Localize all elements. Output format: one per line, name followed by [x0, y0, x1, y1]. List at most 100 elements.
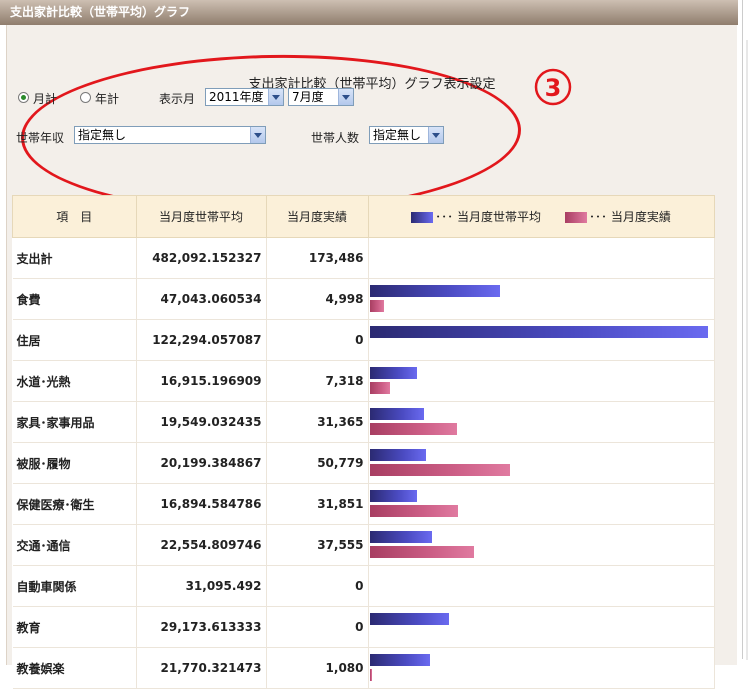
row-bars: [368, 524, 715, 566]
annotation-number-badge: 3: [533, 67, 573, 107]
chevron-down-icon[interactable]: [268, 89, 283, 105]
row-bars: [368, 483, 715, 525]
bar-avg: [369, 449, 426, 461]
table-row: 被服･履物 20,199.384867 50,779: [12, 442, 715, 484]
year-select-value: 2011年度: [209, 90, 264, 104]
table-row: 自動車関係 31,095.492 0: [12, 565, 715, 607]
row-actual: 0: [266, 319, 369, 361]
row-item: 被服･履物: [12, 442, 137, 484]
table-row: 水道･光熱 16,915.196909 7,318: [12, 360, 715, 402]
table-row: 家具･家事用品 19,549.032435 31,365: [12, 401, 715, 443]
row-bars: [368, 442, 715, 484]
radio-yearly[interactable]: [80, 92, 91, 103]
legend-avg: ･･･ 当月度世帯平均: [411, 208, 541, 225]
year-select[interactable]: 2011年度: [205, 88, 284, 106]
table-row: 支出計 482,092.152327 173,486: [12, 237, 715, 279]
bar-actual: [369, 669, 372, 681]
table-row: 教養娯楽 21,770.321473 1,080: [12, 647, 715, 689]
month-select[interactable]: 7月度: [288, 88, 354, 106]
table-row: 教育 29,173.613333 0: [12, 606, 715, 648]
bar-avg: [369, 531, 432, 543]
header-avg: 当月度世帯平均: [135, 195, 267, 238]
row-item: 住居: [12, 319, 137, 361]
table-row: 保健医療･衛生 16,894.584786 31,851: [12, 483, 715, 525]
row-actual: 4,998: [266, 278, 369, 320]
radio-monthly[interactable]: [18, 92, 29, 103]
row-avg: 19,549.032435: [136, 401, 267, 443]
members-select[interactable]: 指定無し: [369, 126, 444, 144]
bar-actual: [369, 382, 390, 394]
header-legend: ･･･ 当月度世帯平均 ･･･ 当月度実績: [367, 195, 715, 238]
bar-avg: [369, 613, 449, 625]
radio-yearly-label: 年計: [95, 92, 120, 106]
row-avg: 122,294.057087: [136, 319, 267, 361]
row-actual: 0: [266, 565, 369, 607]
row-bars: [368, 360, 715, 402]
table-header-row: 項 目 当月度世帯平均 当月度実績 ･･･ 当月度世帯平均 ･･･ 当月度実績: [12, 195, 715, 238]
legend-actual-swatch: [565, 212, 587, 223]
income-label: 世帯年収: [16, 131, 65, 145]
row-avg: 482,092.152327: [136, 237, 267, 279]
row-actual: 31,851: [266, 483, 369, 525]
row-avg: 16,915.196909: [136, 360, 267, 402]
table-row: 食費 47,043.060534 4,998: [12, 278, 715, 320]
row-item: 自動車関係: [12, 565, 137, 607]
row-item: 教育: [12, 606, 137, 648]
scrollbar-track: [746, 40, 748, 660]
income-select[interactable]: 指定無し: [74, 126, 266, 144]
bar-avg: [369, 367, 417, 379]
bar-avg: [369, 285, 500, 297]
header-actual: 当月度実績: [265, 195, 369, 238]
income-select-value: 指定無し: [78, 128, 127, 142]
bar-actual: [369, 423, 457, 435]
bar-avg: [369, 654, 430, 666]
legend-actual: ･･･ 当月度実績: [565, 208, 671, 225]
bar-actual: [369, 505, 458, 517]
bar-actual: [369, 546, 474, 558]
row-actual: 173,486: [266, 237, 369, 279]
chevron-down-icon[interactable]: [428, 127, 443, 143]
legend-avg-swatch: [411, 212, 434, 223]
month-select-value: 7月度: [292, 90, 324, 104]
chevron-down-icon[interactable]: [338, 89, 353, 105]
row-item: 支出計: [12, 237, 137, 279]
scrollbar[interactable]: [742, 0, 750, 660]
row-bars: [368, 237, 715, 279]
row-avg: 22,554.809746: [136, 524, 267, 566]
bar-actual: [369, 300, 384, 312]
bar-avg: [369, 326, 708, 338]
chevron-down-icon[interactable]: [250, 127, 265, 143]
members-label: 世帯人数: [311, 131, 360, 145]
bar-avg: [369, 490, 417, 502]
members-select-value: 指定無し: [373, 128, 422, 142]
row-actual: 0: [266, 606, 369, 648]
row-actual: 37,555: [266, 524, 369, 566]
row-bars: [368, 647, 715, 689]
row-bars: [368, 401, 715, 443]
bar-actual: [369, 464, 510, 476]
legend-avg-label: ･･･ 当月度世帯平均: [435, 210, 541, 224]
expense-table: 項 目 当月度世帯平均 当月度実績 ･･･ 当月度世帯平均 ･･･ 当月度実績 …: [12, 195, 715, 689]
circled-number-icon: 3: [534, 68, 572, 106]
radio-monthly-label: 月計: [33, 92, 58, 106]
row-avg: 16,894.584786: [136, 483, 267, 525]
table-row: 住居 122,294.057087 0: [12, 319, 715, 361]
header-item: 項 目: [12, 195, 137, 238]
row-bars: [368, 319, 715, 361]
row-item: 教養娯楽: [12, 647, 137, 689]
table-row: 交通･通信 22,554.809746 37,555: [12, 524, 715, 566]
row-actual: 50,779: [266, 442, 369, 484]
row-bars: [368, 606, 715, 648]
row-bars: [368, 278, 715, 320]
row-item: 交通･通信: [12, 524, 137, 566]
row-avg: 20,199.384867: [136, 442, 267, 484]
row-avg: 21,770.321473: [136, 647, 267, 689]
row-avg: 29,173.613333: [136, 606, 267, 648]
row-actual: 31,365: [266, 401, 369, 443]
row-actual: 1,080: [266, 647, 369, 689]
row-actual: 7,318: [266, 360, 369, 402]
row-item: 水道･光熱: [12, 360, 137, 402]
row-item: 食費: [12, 278, 137, 320]
badge-number: 3: [545, 74, 562, 102]
row-item: 家具･家事用品: [12, 401, 137, 443]
